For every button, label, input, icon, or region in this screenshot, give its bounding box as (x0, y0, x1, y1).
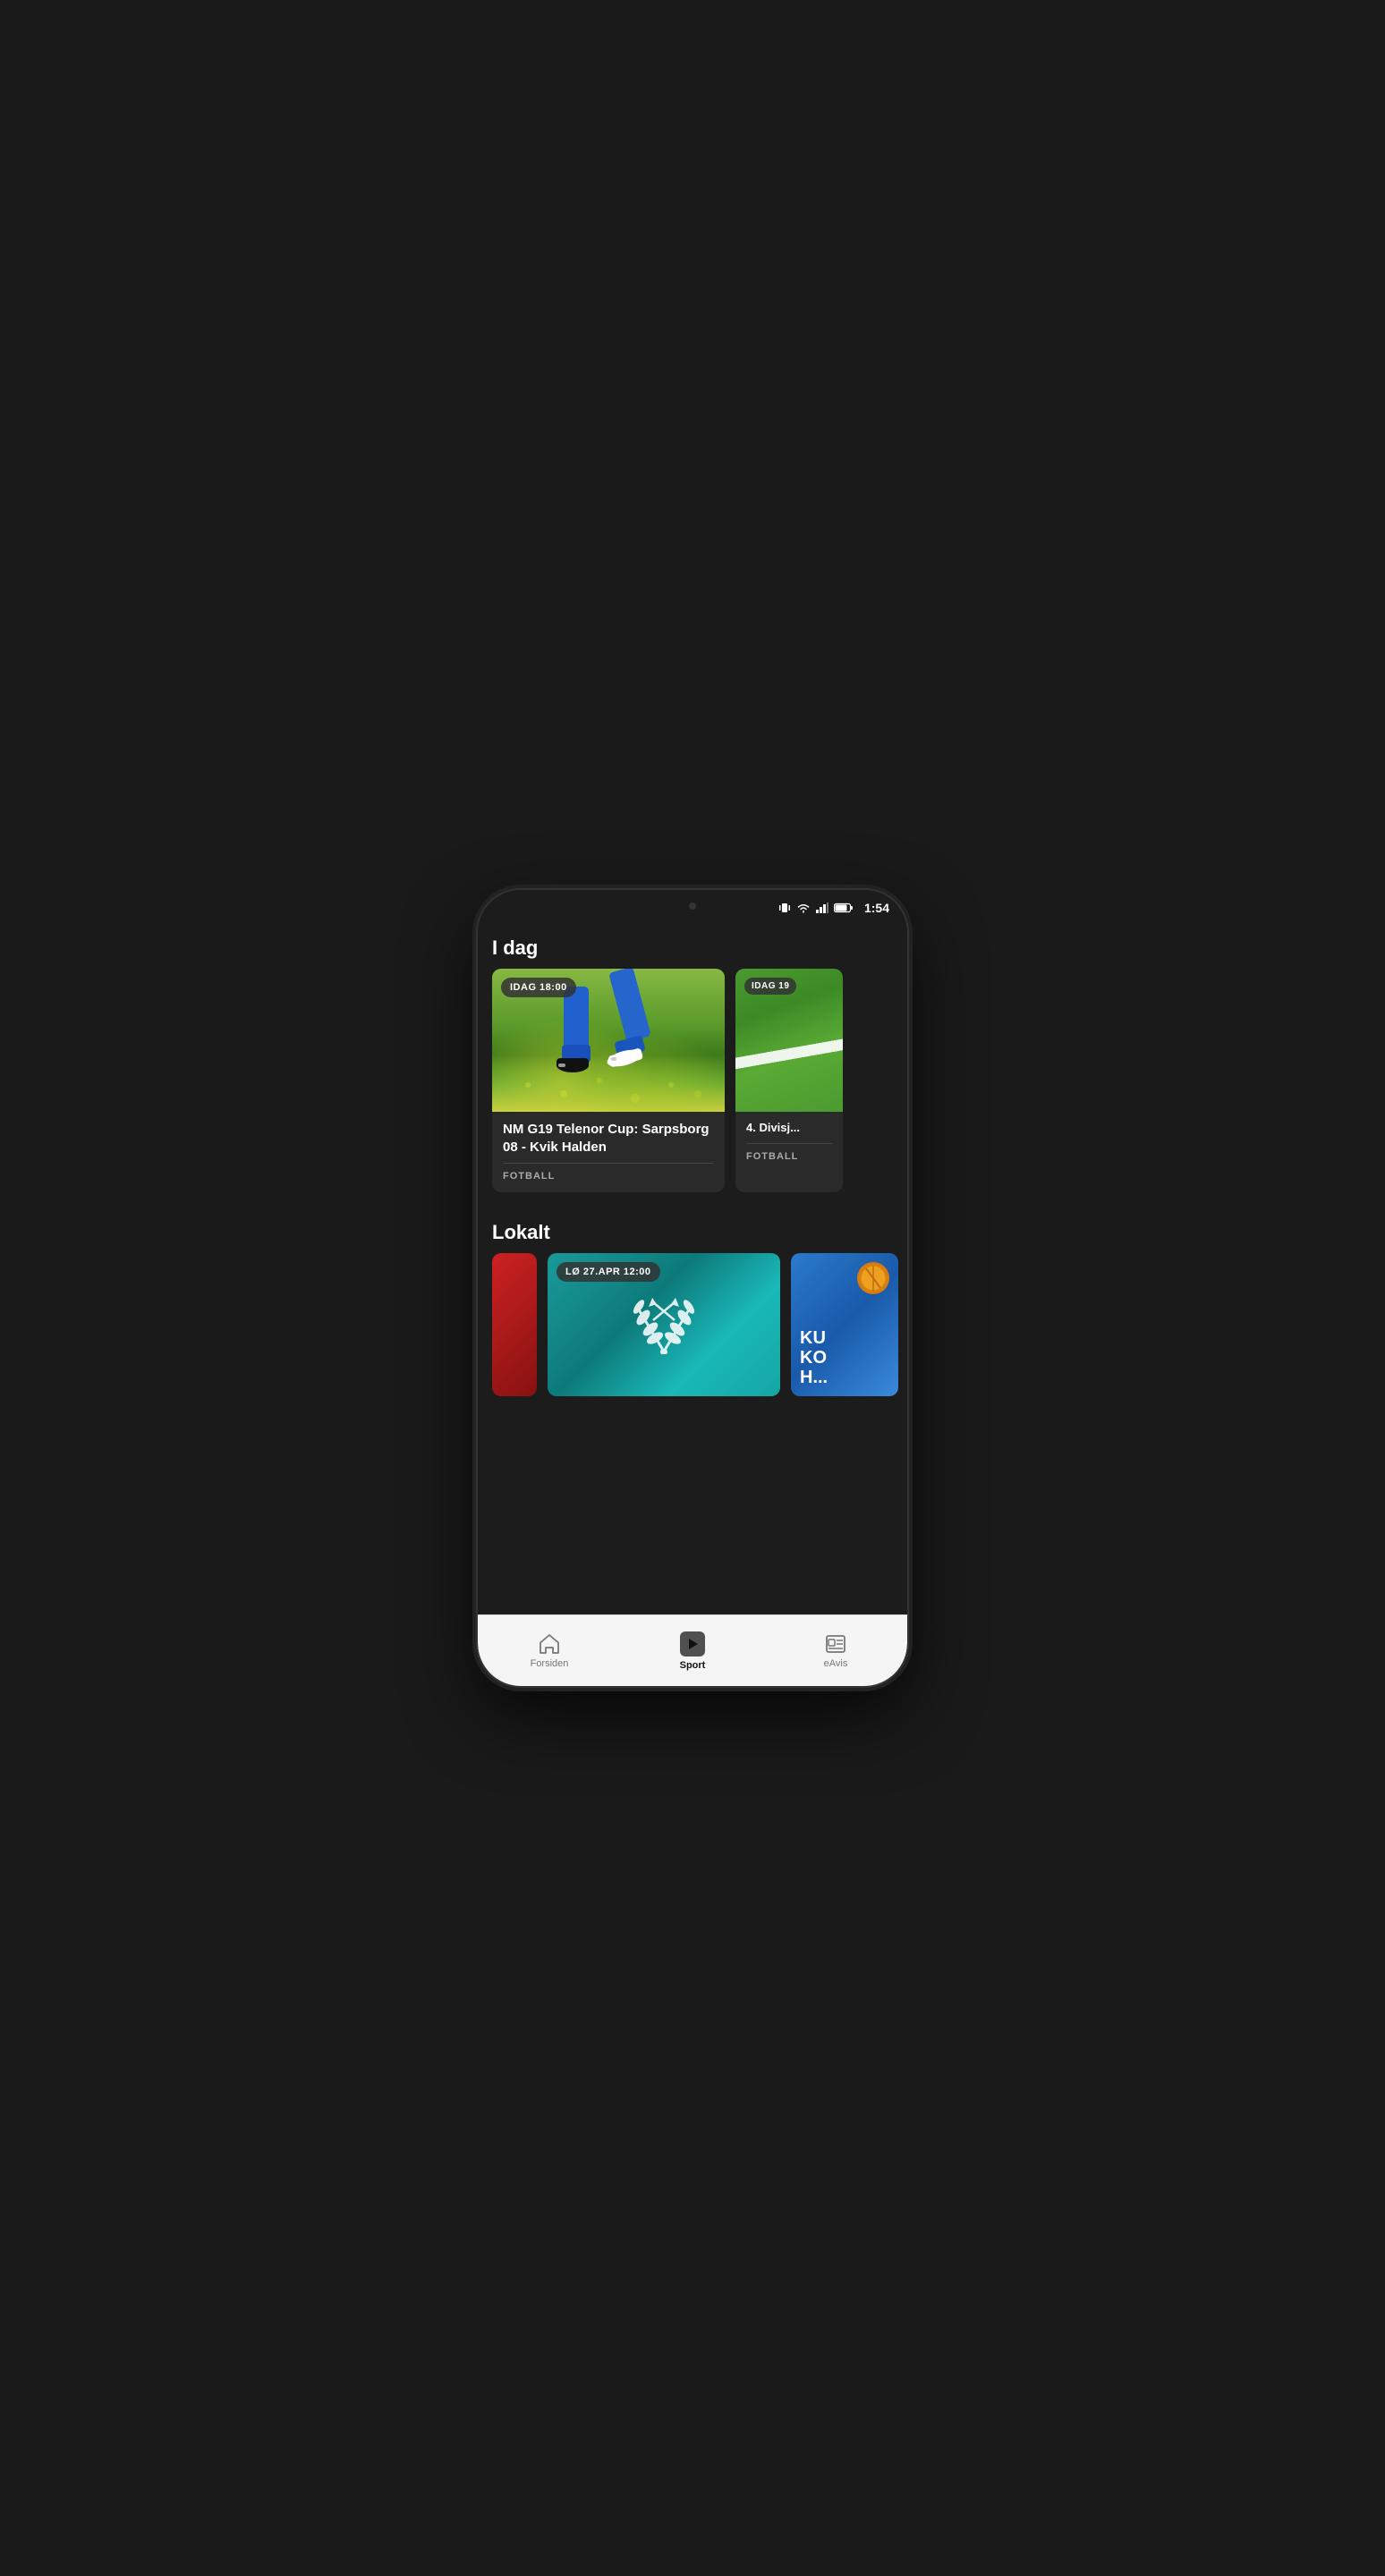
wreath-svg (619, 1280, 709, 1369)
status-icons: 1:54 (778, 901, 889, 915)
lokalt-partial-card (492, 1253, 537, 1396)
bottom-nav: Forsiden Sport eAvis (478, 1614, 907, 1686)
today-cards-row[interactable]: IDAG 18:00 NM G19 Telenor Cup: Sarpsborg… (478, 969, 907, 1207)
content-area[interactable]: I dag (478, 922, 907, 1614)
card-1-title: NM G19 Telenor Cup: Sarpsborg 08 - Kvik … (503, 1121, 714, 1156)
nav-eavis-label: eAvis (824, 1658, 848, 1669)
card-1-category: FOTBALL (503, 1171, 714, 1182)
camera-notch (689, 902, 696, 910)
card-1-body: NM G19 Telenor Cup: Sarpsborg 08 - Kvik … (492, 1112, 725, 1192)
battery-icon (834, 902, 854, 913)
nav-forsiden-label: Forsiden (531, 1658, 569, 1669)
card-2-title: 4. Divisj... (746, 1121, 832, 1136)
lokalt-cards-row[interactable]: LØ 27.APR 12:00 (478, 1253, 907, 1411)
card-4-divisjon[interactable]: IDAG 19 4. Divisj... FOTBALL (735, 969, 843, 1192)
lokalt-card-1-image: LØ 27.APR 12:00 (548, 1253, 780, 1396)
team-badge-svg (859, 1264, 888, 1292)
card-nm-g19-image: IDAG 18:00 (492, 969, 725, 1112)
local-section-header: Lokalt (478, 1207, 907, 1253)
card-2-body: 4. Divisj... FOTBALL (735, 1112, 843, 1173)
lokalt-1-time-badge: LØ 27.APR 12:00 (557, 1262, 660, 1282)
lokalt-card-2-image: KUKOH... (791, 1253, 898, 1396)
card-2-image: IDAG 19 (735, 969, 843, 1112)
lokalt-card-2[interactable]: KUKOH... (791, 1253, 898, 1396)
nav-eavis[interactable]: eAvis (764, 1615, 907, 1686)
card-nm-g19[interactable]: IDAG 18:00 NM G19 Telenor Cup: Sarpsborg… (492, 969, 725, 1192)
card-2-time-badge: IDAG 19 (744, 978, 796, 995)
card-2-divider (746, 1143, 832, 1144)
lokalt-2-text: KUKOH... (800, 1328, 889, 1387)
today-section-header: I dag (478, 922, 907, 969)
signal-icon (816, 902, 828, 913)
card-1-divider (503, 1163, 714, 1164)
lokalt-blue-bg: KUKOH... (791, 1253, 898, 1396)
team-badge (857, 1262, 889, 1294)
nav-sport[interactable]: Sport (621, 1615, 764, 1686)
phone-frame: 1:54 I dag (478, 890, 907, 1686)
status-time: 1:54 (864, 901, 889, 915)
home-icon (538, 1633, 561, 1655)
play-icon-wrapper (680, 1631, 705, 1657)
nav-sport-label: Sport (680, 1660, 706, 1671)
nav-forsiden[interactable]: Forsiden (478, 1615, 621, 1686)
card-2-category: FOTBALL (746, 1151, 832, 1162)
lokalt-card-1[interactable]: LØ 27.APR 12:00 (548, 1253, 780, 1396)
wifi-icon (796, 902, 811, 913)
vibrate-icon (778, 902, 791, 914)
play-icon (686, 1638, 699, 1650)
phone-screen: 1:54 I dag (478, 890, 907, 1686)
lokalt-partial-img (492, 1253, 537, 1396)
card-1-time-badge: IDAG 18:00 (501, 978, 576, 997)
newspaper-icon (824, 1633, 847, 1655)
